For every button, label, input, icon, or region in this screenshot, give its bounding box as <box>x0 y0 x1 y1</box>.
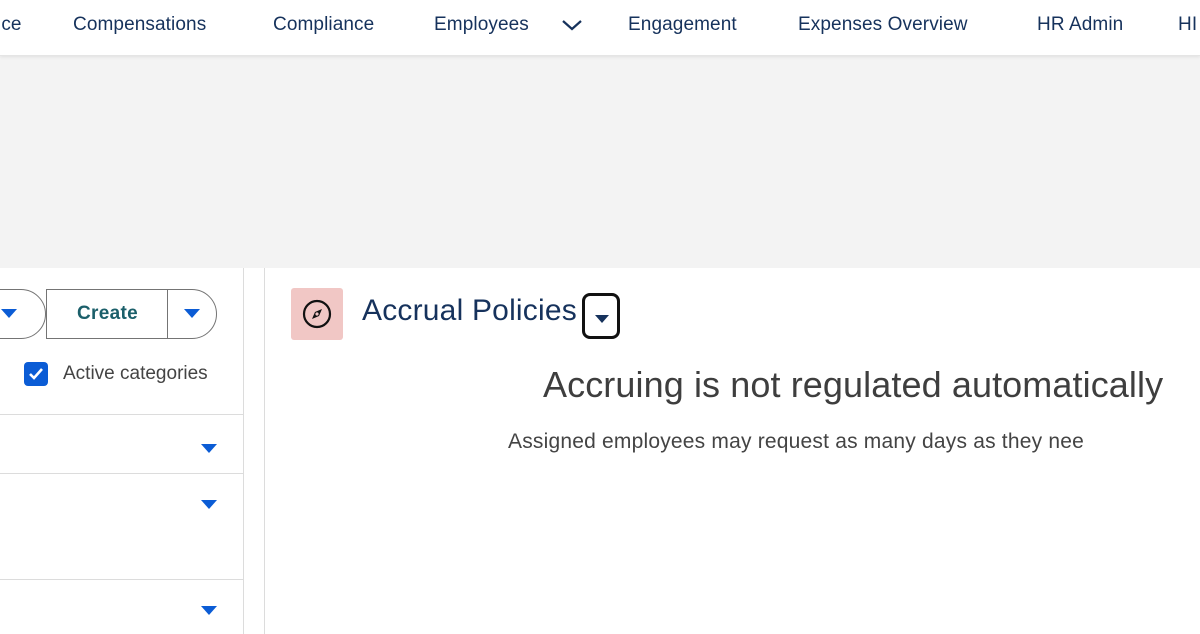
active-categories-checkbox[interactable] <box>24 362 48 386</box>
compass-icon <box>291 288 343 340</box>
divider <box>0 579 244 580</box>
empty-state-description: Assigned employees may request as many d… <box>508 430 1084 453</box>
caret-down-icon <box>1 309 17 318</box>
previous-menu-button[interactable] <box>0 289 46 339</box>
page-title: Accrual Policies <box>362 294 577 327</box>
chevron-down-icon[interactable] <box>561 17 583 33</box>
nav-item-engagement[interactable]: Engagement <box>628 0 737 50</box>
nav-item-hr-admin[interactable]: HR Admin <box>1037 0 1123 50</box>
top-navigation: ice Compensations Compliance Employees E… <box>0 0 1200 56</box>
nav-item-compensations[interactable]: Compensations <box>73 0 206 50</box>
nav-item-expenses-overview[interactable]: Expenses Overview <box>798 0 968 50</box>
nav-item-employees[interactable]: Employees <box>434 0 529 50</box>
divider <box>0 473 244 474</box>
section-expand-caret-icon[interactable] <box>201 606 217 615</box>
caret-down-icon <box>184 309 200 318</box>
section-expand-caret-icon[interactable] <box>201 500 217 509</box>
header-banner <box>0 56 1200 268</box>
create-button[interactable]: Create <box>46 289 168 339</box>
nav-item-truncated-left[interactable]: ice <box>0 0 22 50</box>
caret-down-icon <box>595 315 609 323</box>
section-expand-caret-icon[interactable] <box>201 444 217 453</box>
checkmark-icon <box>29 368 43 380</box>
main-content: Accrual Policies Accruing is not regulat… <box>265 268 1200 634</box>
nav-item-compliance[interactable]: Compliance <box>273 0 374 50</box>
active-categories-label: Active categories <box>63 363 208 384</box>
nav-item-truncated-right[interactable]: HI <box>1178 0 1197 50</box>
empty-state-headline: Accruing is not regulated automatically <box>543 364 1164 405</box>
title-dropdown-button[interactable] <box>582 293 620 339</box>
left-panel: Create Active categories <box>0 268 244 634</box>
divider <box>0 414 244 415</box>
create-menu-button[interactable] <box>167 289 217 339</box>
